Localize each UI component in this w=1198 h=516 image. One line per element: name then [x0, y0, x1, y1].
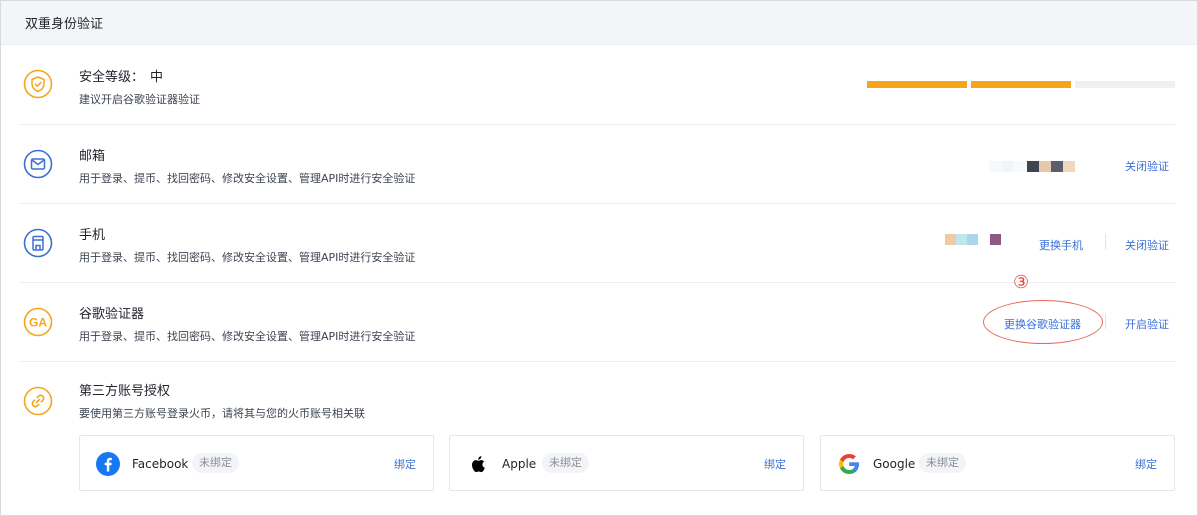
google-label: Google	[873, 457, 916, 471]
email-icon	[23, 149, 53, 179]
action-divider	[1105, 313, 1106, 329]
google-bind-button[interactable]: 绑定	[1135, 456, 1157, 472]
security-level-title: 安全等级：	[79, 70, 145, 85]
phone-row: 手机 用于登录、提币、找回密码、修改安全设置、管理API时进行安全验证 更换手机…	[19, 204, 1175, 283]
security-level-value: 中	[150, 70, 164, 85]
facebook-account-card: Facebook 未绑定 绑定	[79, 435, 434, 491]
google-status-badge: 未绑定	[919, 453, 966, 473]
action-divider	[1105, 234, 1106, 250]
enable-google-authenticator-button[interactable]: 开启验证	[1125, 316, 1169, 332]
third-party-accounts: Facebook 未绑定 绑定 Apple 未绑定 绑定 Google 未绑定 …	[79, 435, 1175, 491]
masked-email-value	[989, 161, 1075, 172]
security-level-bar-2	[971, 81, 1071, 88]
apple-bind-button[interactable]: 绑定	[764, 456, 786, 472]
third-party-title: 第三方账号授权	[79, 384, 171, 399]
google-authenticator-desc: 用于登录、提币、找回密码、修改安全设置、管理API时进行安全验证	[79, 330, 416, 343]
security-level-bar-3	[1075, 81, 1175, 88]
phone-title: 手机	[79, 228, 106, 243]
apple-icon	[466, 452, 490, 476]
security-level-row: 安全等级： 中 建议开启谷歌验证器验证	[19, 46, 1175, 125]
phone-icon	[23, 228, 53, 258]
svg-text:GA: GA	[29, 316, 47, 330]
apple-status-badge: 未绑定	[542, 453, 589, 473]
facebook-icon	[96, 452, 120, 476]
facebook-bind-button[interactable]: 绑定	[394, 456, 416, 472]
shield-check-icon	[23, 69, 53, 99]
third-party-row: 第三方账号授权 要使用第三方账号登录火币，请将其与您的火币账号相关联 Faceb…	[19, 362, 1175, 512]
google-authenticator-title: 谷歌验证器	[79, 307, 145, 322]
security-level-label: 安全等级： 中	[79, 66, 163, 85]
email-desc: 用于登录、提币、找回密码、修改安全设置、管理API时进行安全验证	[79, 172, 416, 185]
phone-disable-button[interactable]: 关闭验证	[1125, 237, 1169, 253]
facebook-label: Facebook	[132, 457, 189, 471]
annotation-step-number: ③	[1013, 272, 1030, 293]
link-icon	[23, 386, 53, 416]
section-title: 双重身份验证	[25, 17, 104, 32]
security-level-bar-1	[867, 81, 967, 88]
change-phone-button[interactable]: 更换手机	[1039, 237, 1083, 253]
masked-phone-value	[945, 234, 1001, 245]
email-row: 邮箱 用于登录、提币、找回密码、修改安全设置、管理API时进行安全验证 关闭验证	[19, 125, 1175, 204]
third-party-desc: 要使用第三方账号登录火币，请将其与您的火币账号相关联	[79, 407, 365, 420]
facebook-status-badge: 未绑定	[192, 453, 239, 473]
apple-label: Apple	[502, 457, 537, 471]
phone-desc: 用于登录、提币、找回密码、修改安全设置、管理API时进行安全验证	[79, 251, 416, 264]
security-level-hint: 建议开启谷歌验证器验证	[79, 93, 200, 106]
google-authenticator-icon: GA	[23, 307, 53, 337]
google-icon	[837, 452, 861, 476]
email-disable-button[interactable]: 关闭验证	[1125, 158, 1169, 174]
apple-account-card: Apple 未绑定 绑定	[449, 435, 804, 491]
google-account-card: Google 未绑定 绑定	[820, 435, 1175, 491]
email-title: 邮箱	[79, 149, 106, 164]
annotation-highlight-ellipse	[983, 300, 1103, 344]
section-header: 双重身份验证	[1, 1, 1197, 45]
